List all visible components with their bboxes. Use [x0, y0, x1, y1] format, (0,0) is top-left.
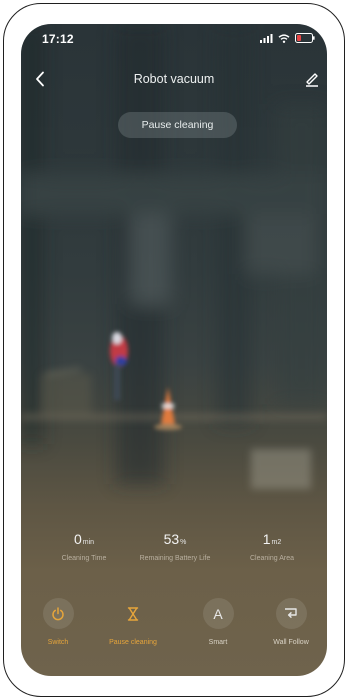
page-title: Robot vacuum — [133, 72, 215, 86]
stat-value: 1 — [262, 531, 271, 547]
control-label: Smart — [208, 639, 228, 646]
stat-label: Cleaning Area — [250, 555, 294, 562]
control-label: Switch — [47, 639, 69, 646]
stat-unit: % — [180, 539, 187, 546]
control-bar: Switch Pause cleaning A Smart Wall Follo… — [21, 598, 327, 658]
stats-row: 0min Cleaning Time 53% Remaining Battery… — [21, 531, 327, 567]
signal-icon — [260, 33, 273, 43]
pause-cleaning-button[interactable]: Pause cleaning — [98, 598, 168, 646]
stat-value: 53 — [163, 531, 180, 547]
wifi-icon — [278, 33, 290, 43]
status-icons — [260, 33, 315, 43]
control-circle[interactable]: A — [202, 598, 234, 629]
status-bar: 17:12 — [21, 24, 327, 50]
battery-icon — [295, 33, 315, 43]
navigation-bar: Robot vacuum — [21, 64, 327, 94]
stat-cleaning-area: 1m2 Cleaning Area — [217, 531, 327, 562]
edit-button[interactable] — [301, 68, 323, 90]
letter-a-icon: A — [213, 605, 223, 622]
control-circle[interactable] — [42, 598, 74, 629]
edit-icon — [306, 73, 318, 87]
stat-value: 0 — [73, 531, 82, 547]
control-circle[interactable] — [275, 598, 307, 629]
control-label: Pause cleaning — [109, 639, 157, 646]
stat-unit: min — [82, 539, 95, 546]
stat-unit: m2 — [271, 539, 282, 546]
control-circle[interactable] — [118, 598, 149, 629]
hourglass-icon — [127, 606, 139, 621]
smart-button[interactable]: A Smart — [183, 598, 253, 646]
control-label: Wall Follow — [273, 639, 309, 646]
switch-button[interactable]: Switch — [23, 598, 93, 646]
app-screen: 17:12 Robot vacuum Pause cleaning 0min C… — [21, 24, 327, 676]
status-time: 17:12 — [42, 32, 74, 46]
stat-label: Remaining Battery Life — [139, 555, 211, 562]
cleaning-status-pill: Pause cleaning — [118, 112, 237, 138]
wall-follow-icon — [285, 607, 297, 618]
stat-battery-life: 53% Remaining Battery Life — [120, 531, 230, 562]
wall-follow-button[interactable]: Wall Follow — [256, 598, 326, 646]
power-icon — [52, 606, 64, 620]
